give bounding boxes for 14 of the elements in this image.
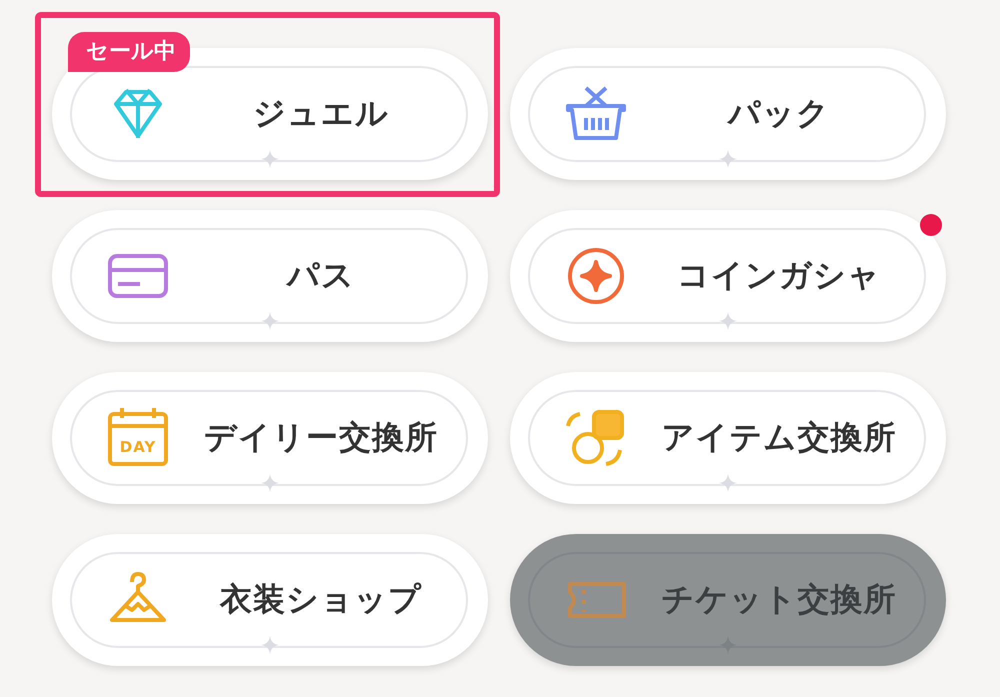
sparkle-icon — [261, 474, 279, 492]
sparkle-icon — [261, 312, 279, 330]
shop-menu-button[interactable]: DAY デイリー交換所 — [52, 372, 488, 504]
shop-menu-button[interactable]: パック — [510, 48, 946, 180]
shop-menu-button[interactable]: アイテム交換所 — [510, 372, 946, 504]
sparkle-icon — [719, 474, 737, 492]
shop-menu-button[interactable]: 衣装ショップ — [52, 534, 488, 666]
sale-badge: セール中 — [68, 32, 190, 72]
sparkle-icon — [719, 150, 737, 168]
shop-menu-button[interactable]: パス — [52, 210, 488, 342]
sparkle-icon — [719, 312, 737, 330]
shop-menu-button[interactable]: コインガシャ — [510, 210, 946, 342]
sparkle-icon — [261, 150, 279, 168]
sparkle-icon — [261, 636, 279, 654]
